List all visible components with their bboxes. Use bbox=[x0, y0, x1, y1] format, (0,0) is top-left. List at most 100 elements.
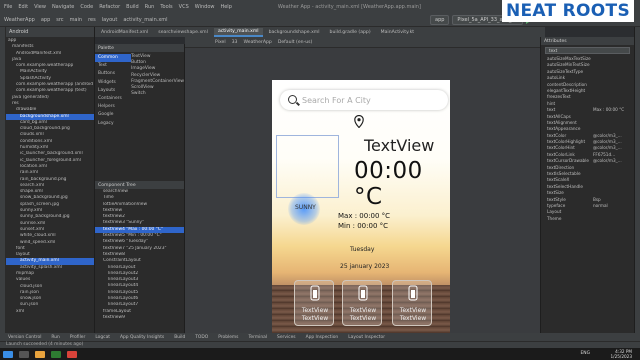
menu-help[interactable]: Help bbox=[220, 4, 231, 10]
breadcrumb-item[interactable]: res bbox=[88, 17, 96, 23]
palette-item[interactable]: Switch bbox=[131, 91, 184, 97]
menu-navigate[interactable]: Navigate bbox=[52, 4, 74, 10]
attributes-list: autoSizeMaxTextSize autoSizeMinTextSize au… bbox=[541, 56, 634, 222]
android-studio-icon[interactable] bbox=[51, 350, 61, 358]
browser-icon[interactable] bbox=[67, 350, 77, 358]
card-value: TextView bbox=[301, 315, 329, 322]
menu-edit[interactable]: Edit bbox=[18, 4, 28, 10]
attribute-name: text bbox=[547, 107, 556, 113]
breadcrumb-item[interactable]: src bbox=[56, 17, 63, 23]
attribute-name: textSelectHandle bbox=[547, 183, 583, 189]
breadcrumb-item[interactable]: WeatherApp bbox=[4, 17, 35, 23]
menu-build[interactable]: Build bbox=[126, 4, 139, 10]
project-tree: app manifests AndroidManifest.xml java com.e… bbox=[6, 37, 94, 315]
editor-tab[interactable]: build.gradle (app) bbox=[326, 29, 375, 36]
menu-file[interactable]: File bbox=[4, 4, 12, 10]
max-temp-textview[interactable]: Max : 00:00 °C bbox=[338, 212, 390, 220]
attribute-name: typeface bbox=[547, 202, 566, 208]
search-view[interactable]: Search For A City bbox=[280, 90, 448, 110]
project-tree-item[interactable]: ic_launcher_foreground.xml bbox=[6, 158, 94, 164]
project-title[interactable]: Android bbox=[6, 27, 94, 37]
bottom-tool-tab[interactable]: Problems bbox=[218, 335, 238, 340]
attribute-name: textDirection bbox=[547, 164, 575, 170]
menu-tools[interactable]: Tools bbox=[160, 4, 172, 10]
bottom-tool-tab[interactable]: TODO bbox=[195, 335, 208, 340]
palette-category[interactable]: Buttons bbox=[95, 70, 131, 78]
clock[interactable]: 4:32 PM 1/25/2023 bbox=[611, 349, 632, 359]
palette-category[interactable]: Common bbox=[95, 54, 132, 63]
attribute-name: autoSizeMaxTextSize bbox=[547, 56, 591, 61]
editor-tab[interactable]: AndroidManifest.xml bbox=[97, 29, 152, 36]
palette-title: Palette bbox=[95, 44, 184, 52]
condition-textview[interactable]: SUNNY bbox=[295, 204, 316, 211]
breadcrumb-item[interactable]: main bbox=[70, 17, 83, 23]
window-title: Weather App - activity_main.xml [Weather… bbox=[277, 3, 421, 10]
bottom-tool-tab[interactable]: Layout Inspector bbox=[348, 335, 385, 340]
component-tree-item[interactable]: textView9 bbox=[95, 315, 184, 321]
menu-window[interactable]: Window bbox=[195, 4, 215, 10]
lottie-view-bounds[interactable] bbox=[276, 135, 339, 198]
palette-category[interactable]: Legacy bbox=[95, 120, 131, 128]
breadcrumb-item[interactable]: layout bbox=[102, 17, 118, 23]
project-tree-item[interactable]: com.example.weatherapp (test) bbox=[6, 88, 94, 94]
day-textview[interactable]: Tuesday bbox=[350, 246, 374, 253]
attributes-panel: Attributes text autoSizeMaxTextSize autoS… bbox=[540, 37, 634, 333]
attribute-name: contentDescription bbox=[547, 81, 587, 87]
breadcrumb-item[interactable]: app bbox=[41, 17, 50, 23]
start-icon[interactable] bbox=[3, 350, 13, 358]
menu-vcs[interactable]: VCS bbox=[179, 4, 189, 10]
attributes-search-input[interactable]: text bbox=[545, 47, 630, 54]
device-dropdown[interactable]: Pixel bbox=[215, 40, 226, 45]
palette-category[interactable]: Text bbox=[95, 62, 131, 70]
palette-category[interactable]: Containers bbox=[95, 95, 131, 103]
editor-tab[interactable]: backgroundshape.xml bbox=[265, 29, 324, 36]
menu-refactor[interactable]: Refactor bbox=[99, 4, 120, 10]
palette-categories: Common Text Buttons Widgets Layouts Container… bbox=[95, 52, 132, 128]
right-tool-strip bbox=[634, 27, 640, 340]
attribute-row[interactable]: Theme bbox=[541, 216, 634, 222]
file-explorer-icon[interactable] bbox=[35, 350, 45, 358]
weather-card[interactable]: TextView TextView bbox=[392, 280, 432, 326]
breadcrumb-item[interactable]: activity_main.xml bbox=[123, 17, 167, 23]
editor-tab[interactable]: searchviewshape.xml bbox=[154, 29, 212, 36]
menu-view[interactable]: View bbox=[34, 4, 46, 10]
api-dropdown[interactable]: 33 bbox=[232, 40, 238, 45]
project-tree-item[interactable]: xml bbox=[6, 309, 94, 315]
search-icon[interactable] bbox=[19, 350, 29, 358]
bottom-tool-tab[interactable]: Version Control bbox=[8, 335, 41, 340]
bottom-tool-tab[interactable]: Services bbox=[277, 335, 296, 340]
palette-category[interactable]: Layouts bbox=[95, 87, 131, 95]
date-textview[interactable]: 25 january 2023 bbox=[340, 263, 389, 270]
palette-category[interactable]: Google bbox=[95, 111, 131, 119]
min-temp-textview[interactable]: Min : 00:00 °C bbox=[338, 222, 388, 230]
location-textview[interactable]: TextView bbox=[364, 136, 434, 155]
attribute-name: textColor bbox=[547, 132, 567, 138]
language-indicator[interactable]: ENG bbox=[581, 351, 590, 356]
status-bar: Launch succeeded (4 minutes ago) bbox=[0, 341, 640, 348]
menu-code[interactable]: Code bbox=[80, 4, 93, 10]
bottom-tool-tab[interactable]: Terminal bbox=[248, 335, 267, 340]
project-tree-item[interactable]: ic_launcher_background.xml bbox=[6, 151, 94, 157]
bottom-tool-tab[interactable]: App Inspection bbox=[306, 335, 339, 340]
editor-tab[interactable]: activity_main.xml bbox=[213, 27, 263, 37]
bottom-tool-tab[interactable]: Profiler bbox=[70, 335, 85, 340]
editor-tab[interactable]: MainActivity.kt bbox=[377, 29, 418, 36]
location-icon bbox=[354, 115, 364, 128]
weather-card[interactable]: TextView TextView bbox=[294, 280, 334, 326]
run-config-select[interactable]: app bbox=[430, 15, 450, 25]
palette-category[interactable]: Helpers bbox=[95, 103, 131, 111]
bottom-tool-tab[interactable]: App Quality Insights bbox=[120, 335, 164, 340]
bottom-tool-tab[interactable]: Run bbox=[51, 335, 59, 340]
palette-category[interactable]: Widgets bbox=[95, 79, 131, 87]
temperature-textview[interactable]: 00:00 °C bbox=[354, 158, 450, 210]
theme-dropdown[interactable]: WeatherApp bbox=[243, 40, 271, 45]
menu-run[interactable]: Run bbox=[145, 4, 155, 10]
locale-dropdown[interactable]: Default (en-us) bbox=[278, 40, 313, 45]
bottom-tool-tab[interactable]: Build bbox=[174, 335, 185, 340]
bottom-tool-tab[interactable]: Logcat bbox=[95, 335, 110, 340]
attribute-name: autoSizeMinTextSize bbox=[547, 62, 590, 68]
card-label: TextView bbox=[301, 307, 329, 314]
attribute-name: hint bbox=[547, 100, 556, 106]
weather-card[interactable]: TextView TextView bbox=[342, 280, 382, 326]
attribute-name: textCursorDrawable bbox=[547, 158, 589, 164]
